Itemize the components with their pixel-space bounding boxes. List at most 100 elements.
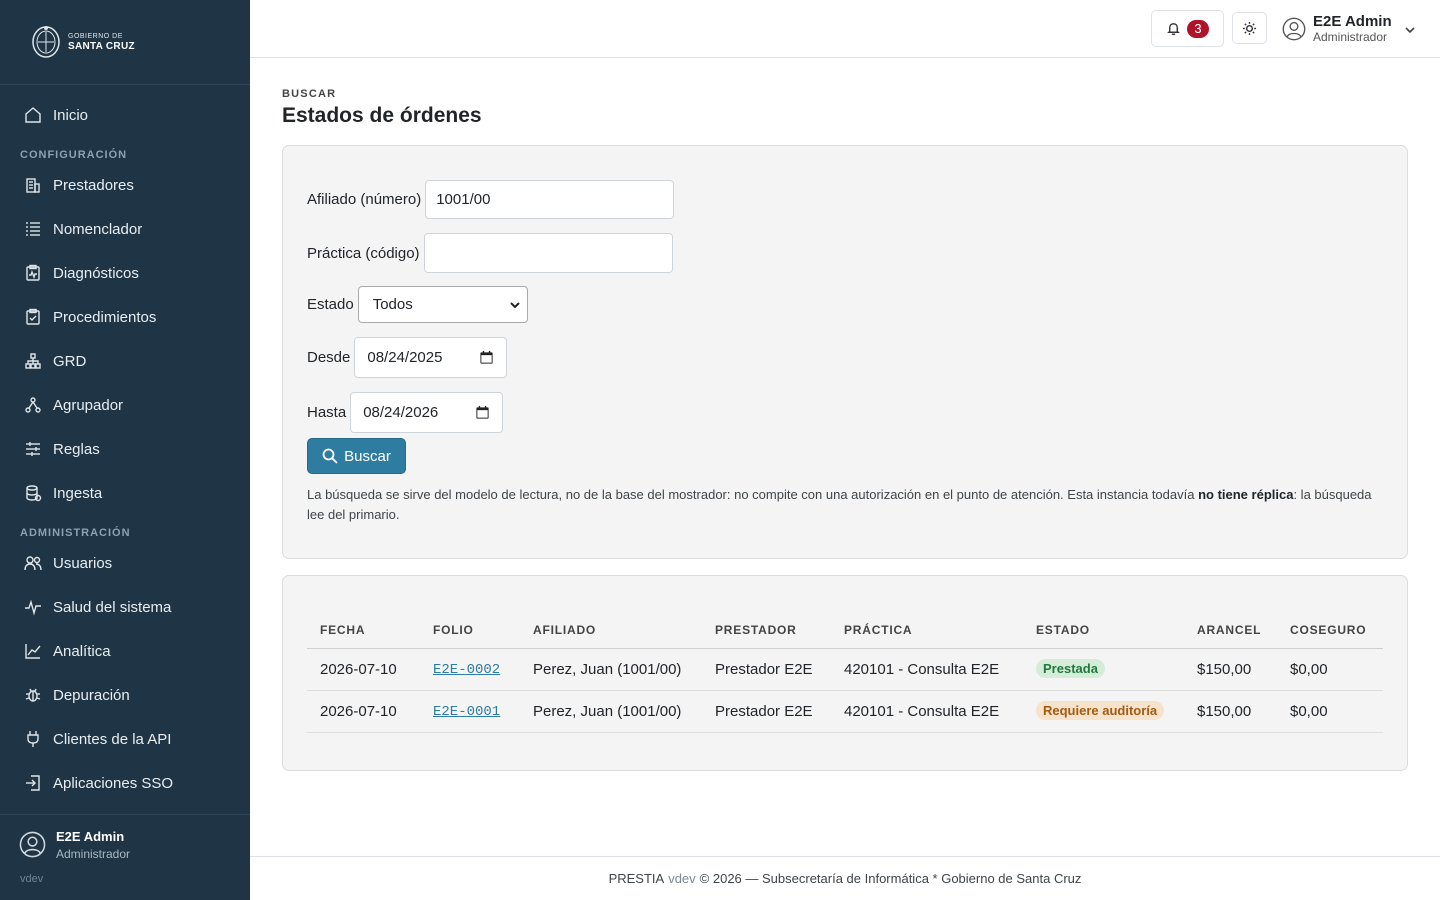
hasta-date-input[interactable]: 08/24/2026 [350, 392, 504, 433]
building-icon [24, 176, 42, 194]
col-prestador[interactable]: PRESTADOR [715, 623, 797, 637]
sidebar-item-label: Prestadores [53, 176, 134, 194]
practica-input[interactable] [423, 233, 673, 273]
sidebar-item-clientes-api[interactable]: Clientes de la API [0, 717, 250, 761]
login-icon [24, 774, 42, 792]
help-text-bold: no tiene réplica [1198, 487, 1294, 502]
estado-select[interactable]: Todos [357, 286, 528, 323]
sidebar-item-procedimientos[interactable]: Procedimientos [0, 295, 250, 339]
sidebar: GOBIERNO DE SANTA CRUZ Inicio CONFIGURAC… [0, 0, 250, 900]
page-eyebrow: BUSCAR [282, 88, 337, 100]
sidebar-item-label: Usuarios [53, 554, 113, 572]
afiliado-row: Afiliado (número) [307, 180, 675, 219]
sidebar-user[interactable]: E2E Admin Administrador vdev [0, 814, 250, 900]
activity-icon [24, 598, 42, 616]
footer-version: vdev [668, 871, 696, 886]
list-icon [24, 220, 42, 238]
search-button[interactable]: Buscar [307, 438, 406, 474]
sidebar-item-usuarios[interactable]: Usuarios [0, 541, 250, 585]
practica-label: Práctica (código) [307, 244, 420, 262]
section-configuracion: CONFIGURACIÓN [20, 149, 128, 161]
sidebar-item-diagnosticos[interactable]: Diagnósticos [0, 251, 250, 295]
home-icon [24, 106, 42, 124]
section-administracion: ADMINISTRACIÓN [20, 527, 131, 539]
brand-line1: GOBIERNO DE [68, 32, 123, 40]
users-icon [24, 554, 42, 572]
cell-afiliado: Perez, Juan (1001/00) [533, 703, 682, 720]
sidebar-item-ingesta[interactable]: Ingesta [0, 471, 250, 515]
desde-date-input[interactable]: 08/24/2025 [354, 337, 508, 378]
cell-fecha: 2026-07-10 [320, 703, 397, 720]
plug-icon [24, 730, 42, 748]
seal-icon [32, 26, 60, 58]
sidebar-item-label: Salud del sistema [53, 598, 172, 616]
user-menu[interactable]: E2E Admin Administrador [1282, 12, 1416, 46]
sidebar-item-label: GRD [53, 352, 87, 370]
afiliado-label: Afiliado (número) [307, 191, 422, 208]
database-icon [24, 484, 42, 502]
brand[interactable]: GOBIERNO DE SANTA CRUZ [0, 0, 250, 85]
theme-toggle-button[interactable] [1232, 12, 1267, 44]
avatar-icon [1282, 17, 1306, 41]
chevron-down-icon [1404, 23, 1416, 35]
cell-coseguro: $0,00 [1290, 661, 1328, 678]
col-estado[interactable]: ESTADO [1036, 623, 1090, 637]
sidebar-item-label: Reglas [53, 440, 100, 458]
folio-link[interactable]: E2E-0001 [433, 704, 500, 720]
desde-row: Desde 08/24/2025 [307, 337, 508, 378]
table-row: 2026-07-10 E2E-0002 Perez, Juan (1001/00… [307, 649, 1383, 691]
footer: PRESTIA vdev © 2026 — Subsecretaría de I… [250, 856, 1440, 900]
sidebar-user-role: Administrador [56, 847, 131, 861]
search-button-label: Buscar [344, 447, 391, 465]
col-coseguro[interactable]: COSEGURO [1290, 623, 1366, 637]
col-folio[interactable]: FOLIO [433, 623, 474, 637]
sidebar-item-label: Inicio [53, 106, 89, 124]
afiliado-input[interactable] [425, 180, 675, 219]
results-card: FECHA FOLIO AFILIADO PRESTADOR PRÁCTICA … [282, 575, 1408, 771]
chevron-down-icon [509, 301, 520, 308]
sidebar-item-nomenclador[interactable]: Nomenclador [0, 207, 250, 251]
hasta-label: Hasta [307, 404, 347, 421]
sidebar-item-label: Depuración [53, 686, 130, 704]
sidebar-nav: Inicio CONFIGURACIÓN Prestadores Nomencl… [0, 85, 250, 805]
diagram-icon [24, 352, 42, 370]
sidebar-item-sso[interactable]: Aplicaciones SSO [0, 761, 250, 805]
sidebar-item-salud[interactable]: Salud del sistema [0, 585, 250, 629]
sliders-icon [24, 440, 42, 458]
status-badge: Requiere auditoría [1036, 701, 1165, 720]
help-text-part1: La búsqueda se sirve del modelo de lectu… [307, 487, 1199, 502]
cell-prestador: Prestador E2E [715, 661, 813, 678]
search-form-card: Afiliado (número) Práctica (código) Esta… [282, 145, 1408, 559]
cell-arancel: $150,00 [1197, 661, 1252, 678]
sidebar-item-label: Analítica [53, 642, 111, 660]
col-arancel[interactable]: ARANCEL [1197, 623, 1261, 637]
sidebar-item-analitica[interactable]: Analítica [0, 629, 250, 673]
col-practica[interactable]: PRÁCTICA [844, 623, 912, 637]
sidebar-item-grd[interactable]: GRD [0, 339, 250, 383]
col-afiliado[interactable]: AFILIADO [533, 623, 596, 637]
estado-row: Estado Todos [307, 286, 528, 323]
col-fecha[interactable]: FECHA [320, 623, 365, 637]
sidebar-item-prestadores[interactable]: Prestadores [0, 163, 250, 207]
sidebar-item-inicio[interactable]: Inicio [0, 93, 250, 137]
desde-label: Desde [307, 349, 351, 366]
brand-line2: SANTA CRUZ [68, 40, 135, 52]
sidebar-item-agrupador[interactable]: Agrupador [0, 383, 250, 427]
chart-icon [24, 642, 42, 660]
sidebar-item-reglas[interactable]: Reglas [0, 427, 250, 471]
sidebar-item-depuracion[interactable]: Depuración [0, 673, 250, 717]
notifications-badge: 3 [1187, 19, 1209, 38]
user-role: Administrador [1313, 29, 1388, 44]
page-title: Estados de órdenes [282, 104, 482, 127]
calendar-icon[interactable] [479, 350, 494, 365]
results-table: FECHA FOLIO AFILIADO PRESTADOR PRÁCTICA … [307, 606, 1383, 733]
calendar-icon[interactable] [475, 405, 490, 420]
status-badge: Prestada [1036, 659, 1105, 678]
clipboard-pulse-icon [24, 264, 42, 282]
sidebar-user-name: E2E Admin [56, 829, 125, 844]
folio-link[interactable]: E2E-0002 [433, 662, 500, 678]
clipboard-check-icon [24, 308, 42, 326]
cell-fecha: 2026-07-10 [320, 661, 397, 678]
notifications-button[interactable]: 3 [1151, 10, 1224, 47]
desde-value: 08/24/2025 [367, 349, 443, 366]
